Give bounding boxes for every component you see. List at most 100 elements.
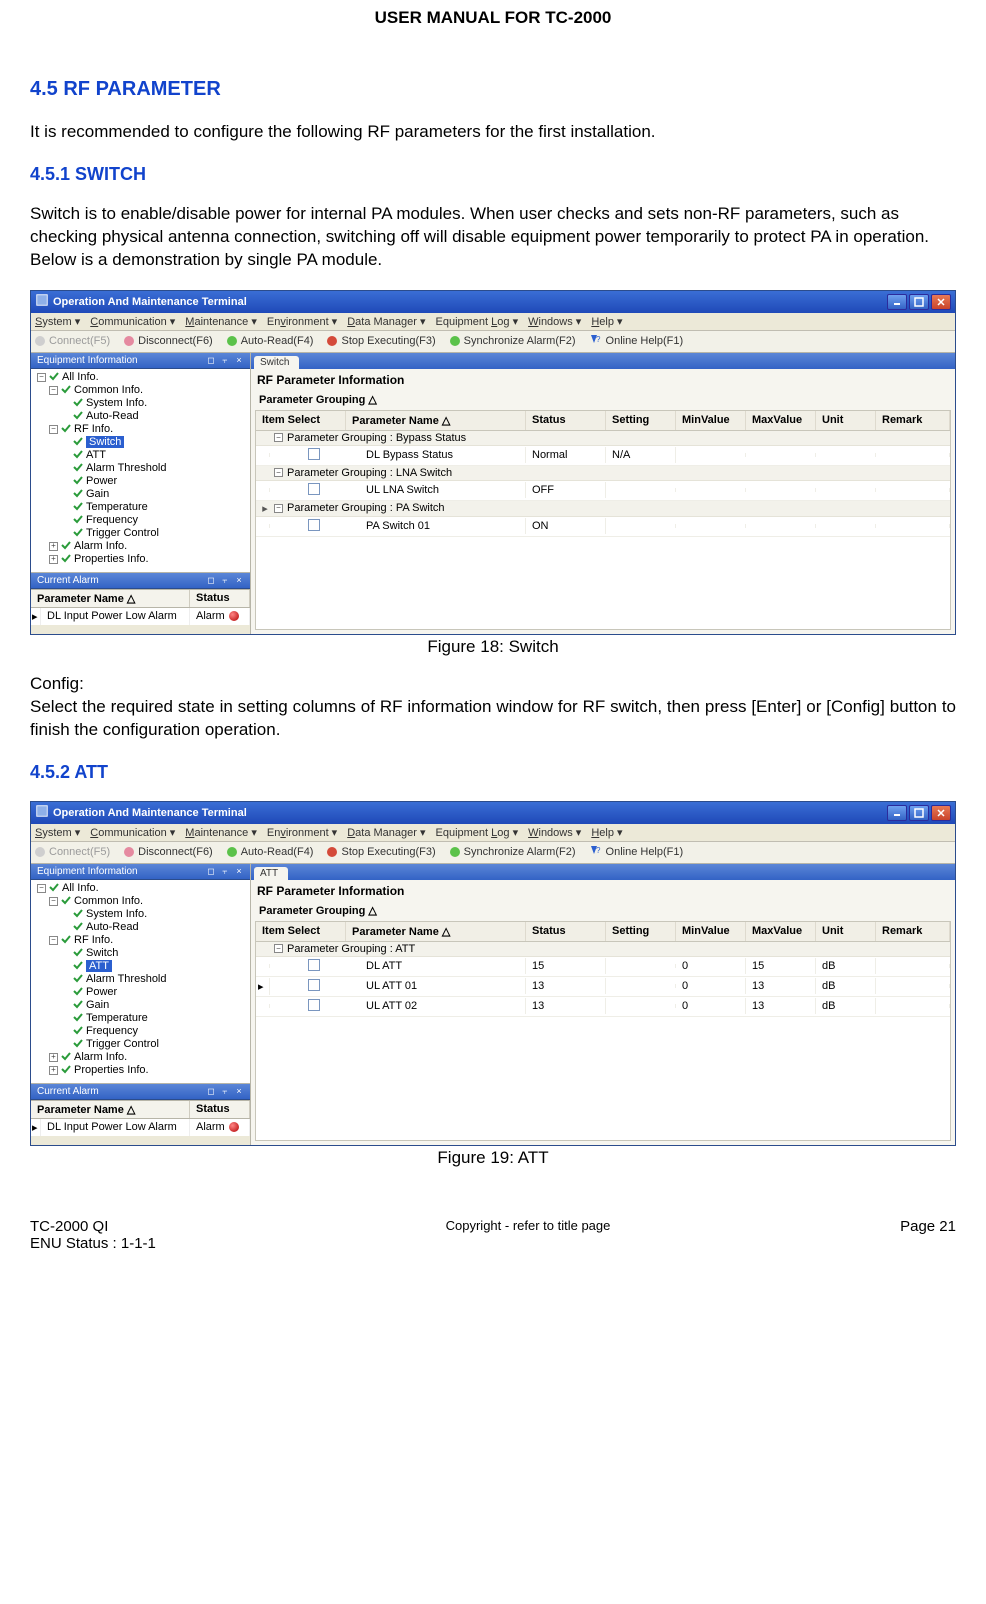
- tree-trigger[interactable]: Trigger Control: [86, 1038, 159, 1050]
- sync-alarm-button[interactable]: Synchronize Alarm(F2): [450, 335, 576, 347]
- tree-system-info[interactable]: System Info.: [86, 908, 147, 920]
- disconnect-button[interactable]: Disconnect(F6): [124, 335, 213, 347]
- col-remark[interactable]: Remark: [876, 411, 950, 430]
- table-row[interactable]: ▸UL ATT 0113013dB: [256, 977, 950, 997]
- tree-properties-info[interactable]: Properties Info.: [74, 553, 149, 565]
- minimize-button[interactable]: [887, 294, 907, 310]
- menu-maintenance[interactable]: Maintenance ▾: [185, 826, 257, 839]
- expand-icon[interactable]: +: [49, 1066, 58, 1075]
- menu-help[interactable]: Help ▾: [591, 315, 622, 328]
- connect-button[interactable]: Connect(F5): [35, 335, 110, 347]
- expand-icon[interactable]: −: [49, 386, 58, 395]
- table-row[interactable]: UL LNA SwitchOFF: [256, 481, 950, 501]
- tree-frequency[interactable]: Frequency: [86, 514, 138, 526]
- group-row[interactable]: ▸−Parameter Grouping : PA Switch: [256, 501, 950, 517]
- panel-pin-icon[interactable]: ⫟: [220, 866, 230, 876]
- expand-icon[interactable]: −: [49, 425, 58, 434]
- tree-power[interactable]: Power: [86, 475, 117, 487]
- expand-icon[interactable]: −: [274, 468, 283, 477]
- panel-close-icon[interactable]: ×: [234, 355, 244, 365]
- col-status[interactable]: Status: [526, 411, 606, 430]
- expand-icon[interactable]: +: [49, 542, 58, 551]
- tree-temperature[interactable]: Temperature: [86, 1012, 148, 1024]
- tree-power[interactable]: Power: [86, 986, 117, 998]
- tree-alarm-threshold[interactable]: Alarm Threshold: [86, 973, 167, 985]
- expand-icon[interactable]: −: [37, 373, 46, 382]
- panel-dock-icon[interactable]: ◻: [206, 575, 216, 585]
- tree-alarm-threshold[interactable]: Alarm Threshold: [86, 462, 167, 474]
- alarm-row[interactable]: ▸ DL Input Power Low Alarm Alarm: [31, 608, 250, 625]
- row-checkbox[interactable]: [308, 979, 320, 991]
- connect-button[interactable]: Connect(F5): [35, 846, 110, 858]
- panel-dock-icon[interactable]: ◻: [206, 866, 216, 876]
- menu-system[interactable]: System ▾: [35, 315, 80, 328]
- stop-button[interactable]: Stop Executing(F3): [327, 846, 435, 858]
- online-help-button[interactable]: ?Online Help(F1): [590, 845, 684, 860]
- menu-communication[interactable]: Communication ▾: [90, 826, 175, 839]
- disconnect-button[interactable]: Disconnect(F6): [124, 846, 213, 858]
- col-min[interactable]: MinValue: [676, 922, 746, 941]
- tree-all-info[interactable]: All Info.: [62, 882, 99, 894]
- menu-system[interactable]: System ▾: [35, 826, 80, 839]
- col-max[interactable]: MaxValue: [746, 922, 816, 941]
- cell-setting[interactable]: [606, 488, 676, 492]
- group-row[interactable]: −Parameter Grouping : Bypass Status: [256, 431, 950, 446]
- col-setting[interactable]: Setting: [606, 922, 676, 941]
- close-button[interactable]: [931, 294, 951, 310]
- stop-button[interactable]: Stop Executing(F3): [327, 335, 435, 347]
- tree-properties-info[interactable]: Properties Info.: [74, 1064, 149, 1076]
- cell-setting[interactable]: [606, 984, 676, 988]
- tree-rf-info[interactable]: RF Info.: [74, 934, 113, 946]
- tab-att[interactable]: ATT: [254, 867, 288, 880]
- close-button[interactable]: [931, 805, 951, 821]
- tree-common-info[interactable]: Common Info.: [74, 895, 143, 907]
- expand-icon[interactable]: −: [274, 504, 283, 513]
- cell-setting[interactable]: [606, 524, 676, 528]
- autoread-button[interactable]: Auto-Read(F4): [227, 335, 314, 347]
- menu-data-manager[interactable]: Data Manager ▾: [347, 315, 425, 328]
- tree-att[interactable]: ATT: [86, 449, 106, 461]
- tab-switch[interactable]: Switch: [254, 356, 299, 369]
- row-checkbox[interactable]: [308, 999, 320, 1011]
- panel-pin-icon[interactable]: ⫟: [220, 575, 230, 585]
- tree-alarm-info[interactable]: Alarm Info.: [74, 540, 127, 552]
- menu-windows[interactable]: Windows ▾: [528, 826, 581, 839]
- panel-dock-icon[interactable]: ◻: [206, 355, 216, 365]
- tree-gain[interactable]: Gain: [86, 999, 109, 1011]
- expand-icon[interactable]: +: [49, 555, 58, 564]
- tree-autoread[interactable]: Auto-Read: [86, 921, 139, 933]
- tree-att[interactable]: ATT: [86, 960, 112, 972]
- alarm-col-param[interactable]: Parameter Name △: [31, 590, 190, 607]
- col-min[interactable]: MinValue: [676, 411, 746, 430]
- col-item-select[interactable]: Item Select: [256, 411, 346, 430]
- col-unit[interactable]: Unit: [816, 411, 876, 430]
- maximize-button[interactable]: [909, 805, 929, 821]
- online-help-button[interactable]: ?Online Help(F1): [590, 334, 684, 349]
- menu-maintenance[interactable]: Maintenance ▾: [185, 315, 257, 328]
- alarm-col-status[interactable]: Status: [190, 1101, 250, 1118]
- expand-icon[interactable]: +: [49, 1053, 58, 1062]
- col-unit[interactable]: Unit: [816, 922, 876, 941]
- panel-close-icon[interactable]: ×: [234, 866, 244, 876]
- sync-alarm-button[interactable]: Synchronize Alarm(F2): [450, 846, 576, 858]
- cell-setting[interactable]: [606, 964, 676, 968]
- row-checkbox[interactable]: [308, 519, 320, 531]
- tree-alarm-info[interactable]: Alarm Info.: [74, 1051, 127, 1063]
- tree-gain[interactable]: Gain: [86, 488, 109, 500]
- row-checkbox[interactable]: [308, 959, 320, 971]
- cell-setting[interactable]: N/A: [606, 447, 676, 463]
- table-row[interactable]: PA Switch 01ON: [256, 517, 950, 537]
- panel-pin-icon[interactable]: ⫟: [220, 1086, 230, 1096]
- group-row[interactable]: −Parameter Grouping : ATT: [256, 942, 950, 957]
- tree-temperature[interactable]: Temperature: [86, 501, 148, 513]
- col-param-name[interactable]: Parameter Name △: [346, 922, 526, 941]
- col-item-select[interactable]: Item Select: [256, 922, 346, 941]
- tree-common-info[interactable]: Common Info.: [74, 384, 143, 396]
- expand-icon[interactable]: −: [49, 897, 58, 906]
- tree-trigger[interactable]: Trigger Control: [86, 527, 159, 539]
- tree-switch[interactable]: Switch: [86, 436, 124, 448]
- cell-setting[interactable]: [606, 1004, 676, 1008]
- panel-dock-icon[interactable]: ◻: [206, 1086, 216, 1096]
- table-row[interactable]: DL Bypass StatusNormalN/A: [256, 446, 950, 466]
- menu-equipment-log[interactable]: Equipment Log ▾: [436, 826, 519, 839]
